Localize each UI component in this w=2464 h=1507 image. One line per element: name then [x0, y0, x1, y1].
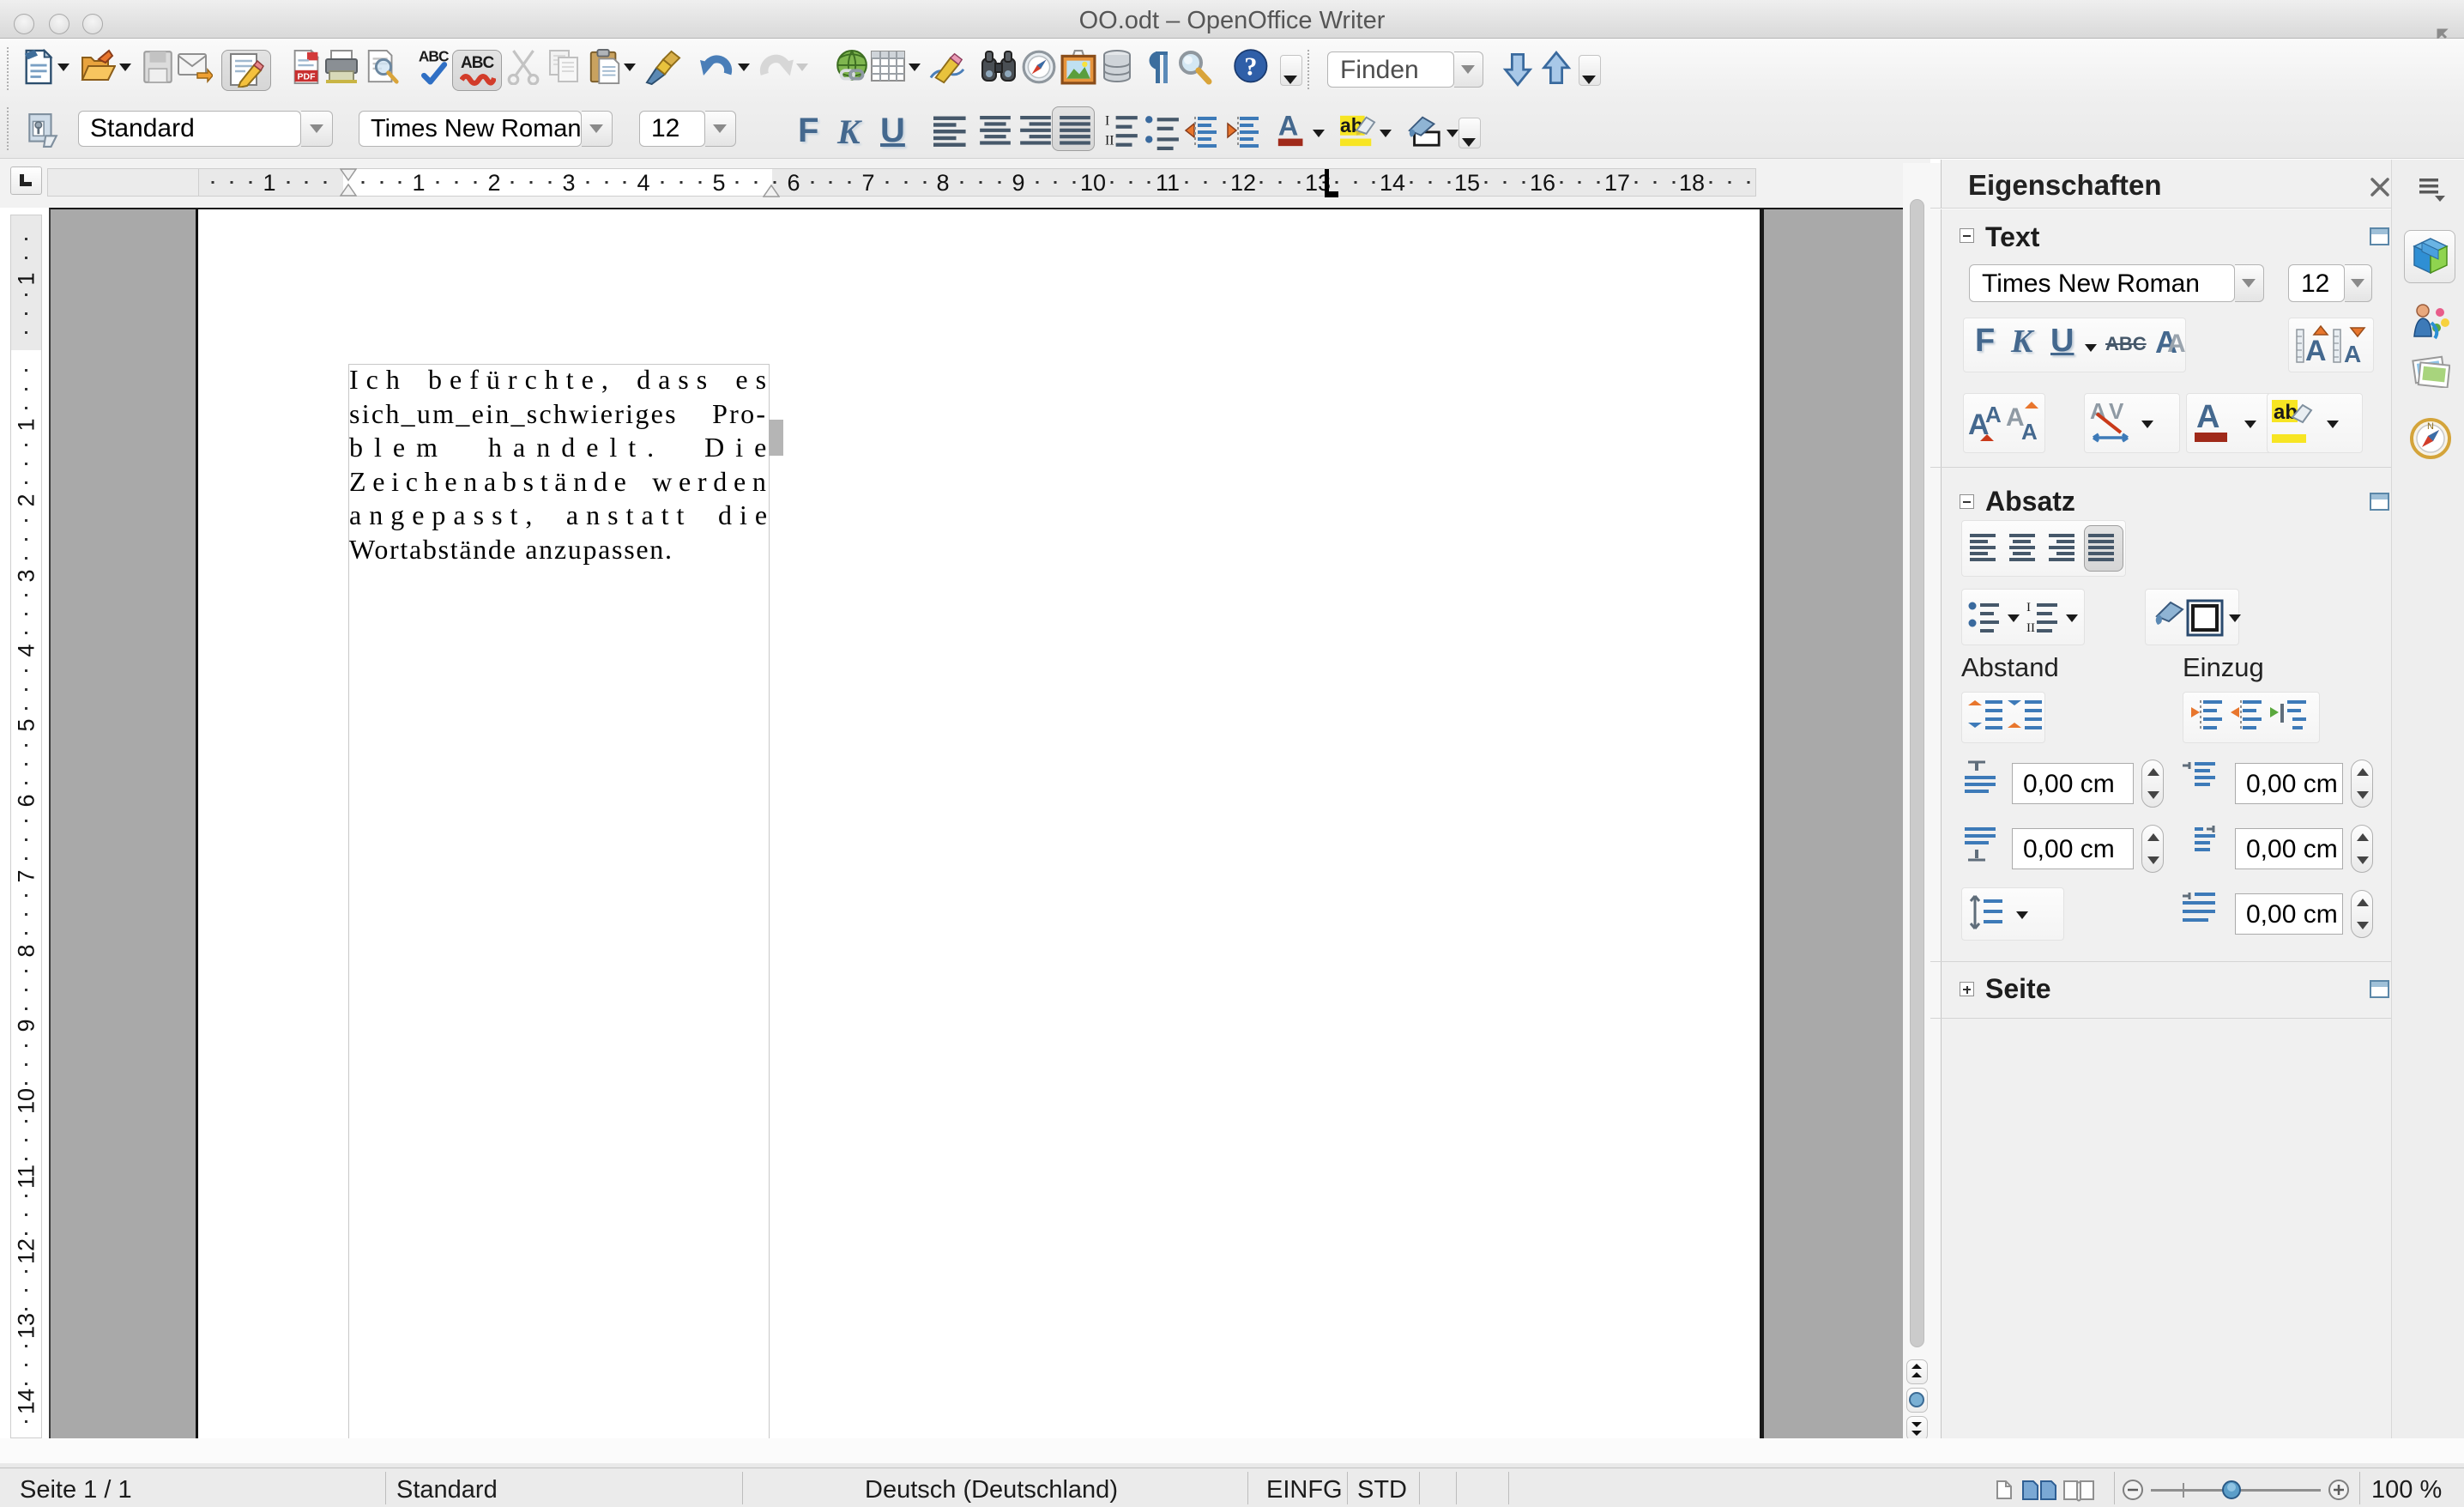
svg-text:A: A	[1278, 112, 1298, 142]
svg-text:I: I	[2026, 601, 2031, 614]
svg-text:A: A	[1985, 402, 2002, 427]
svg-text:ab: ab	[2274, 401, 2298, 424]
svg-text:A: A	[2344, 341, 2361, 366]
svg-text:II: II	[1105, 134, 1114, 148]
svg-text:?: ?	[1244, 51, 1257, 81]
svg-text:A: A	[2196, 399, 2219, 435]
svg-text:N: N	[2427, 421, 2434, 432]
svg-text:ABC: ABC	[461, 54, 494, 72]
svg-text:II: II	[2026, 621, 2035, 635]
svg-text:A: A	[2021, 419, 2038, 445]
svg-text:I: I	[1105, 114, 1109, 129]
svg-text:A: A	[2305, 335, 2327, 366]
svg-text:V: V	[2109, 400, 2124, 424]
svg-text:PDF: PDF	[298, 71, 317, 82]
